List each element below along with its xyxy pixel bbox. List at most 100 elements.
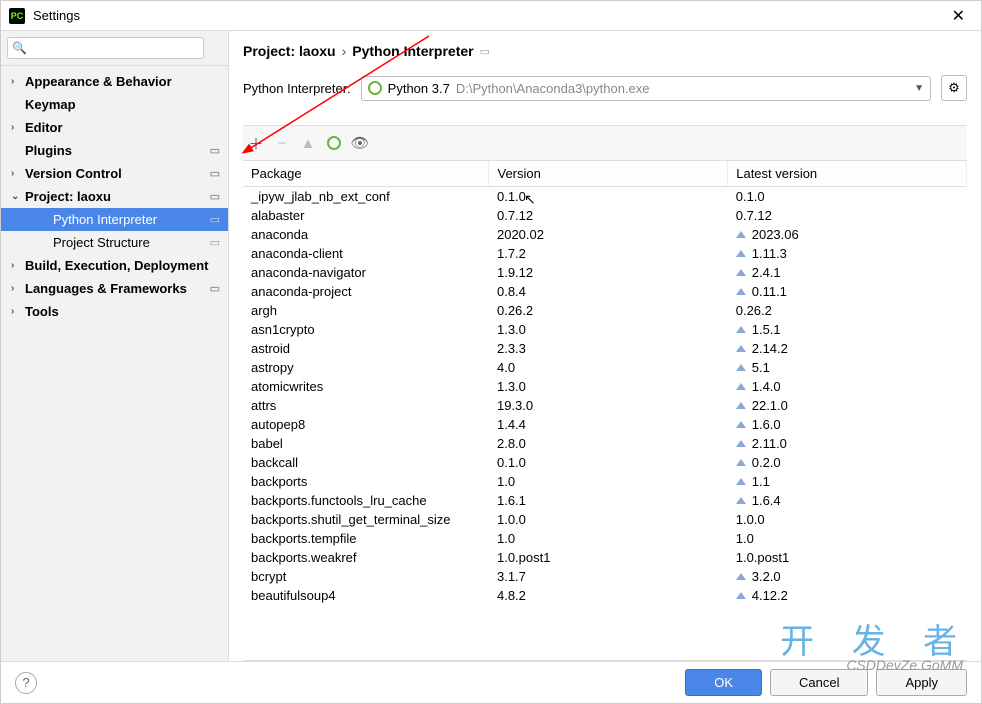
window-title: Settings xyxy=(33,8,944,23)
package-toolbar: ＋ − ▲ 👁 xyxy=(243,125,967,161)
cell-package: anaconda-project xyxy=(243,282,489,301)
apply-button[interactable]: Apply xyxy=(876,669,967,696)
project-scope-icon: ▭ xyxy=(210,236,220,249)
interpreter-settings-button[interactable]: ⚙ xyxy=(941,75,967,101)
table-row[interactable]: argh0.26.20.26.2 xyxy=(243,301,967,320)
upgrade-available-icon xyxy=(736,478,746,485)
cell-latest: 5.1 xyxy=(728,358,967,377)
dialog-footer: ? OK Cancel Apply xyxy=(1,661,981,703)
sidebar-item-project-laoxu[interactable]: ⌄Project: laoxu▭ xyxy=(1,185,228,208)
sidebar-item-build-execution-deployment[interactable]: ›Build, Execution, Deployment xyxy=(1,254,228,277)
sidebar-item-version-control[interactable]: ›Version Control▭ xyxy=(1,162,228,185)
show-early-releases-button[interactable]: 👁 xyxy=(347,130,373,156)
cell-version: 1.3.0 xyxy=(489,320,728,339)
cell-latest: 1.6.4 xyxy=(728,491,967,510)
table-row[interactable]: anaconda-navigator1.9.122.4.1 xyxy=(243,263,967,282)
cell-latest: 0.7.12 xyxy=(728,206,967,225)
cell-version: 4.8.2 xyxy=(489,586,728,605)
cell-latest: 4.12.2 xyxy=(728,586,967,605)
cell-version: 0.8.4 xyxy=(489,282,728,301)
sidebar-item-label: Editor xyxy=(25,120,220,135)
table-row[interactable]: anaconda2020.022023.06 xyxy=(243,225,967,244)
sidebar-item-python-interpreter[interactable]: Python Interpreter▭ xyxy=(1,208,228,231)
table-row[interactable]: beautifulsoup44.8.24.12.2 xyxy=(243,586,967,605)
interpreter-name: Python 3.7 xyxy=(388,81,450,96)
cell-version: 0.26.2 xyxy=(489,301,728,320)
upgrade-available-icon xyxy=(736,288,746,295)
sidebar-item-appearance-behavior[interactable]: ›Appearance & Behavior xyxy=(1,70,228,93)
table-row[interactable]: atomicwrites1.3.01.4.0 xyxy=(243,377,967,396)
triangle-up-icon: ▲ xyxy=(301,135,316,152)
cell-latest: 0.11.1 xyxy=(728,282,967,301)
close-icon[interactable]: ✕ xyxy=(944,6,973,26)
table-row[interactable]: autopep81.4.41.6.0 xyxy=(243,415,967,434)
table-row[interactable]: alabaster0.7.120.7.12 xyxy=(243,206,967,225)
table-row[interactable]: _ipyw_jlab_nb_ext_conf0.1.00.1.0 xyxy=(243,187,967,207)
packages-table: Package Version Latest version _ipyw_jla… xyxy=(243,161,967,605)
ok-button[interactable]: OK xyxy=(685,669,762,696)
cancel-button[interactable]: Cancel xyxy=(770,669,868,696)
table-row[interactable]: anaconda-project0.8.40.11.1 xyxy=(243,282,967,301)
project-scope-icon: ▭ xyxy=(210,213,220,226)
cell-latest: 1.11.3 xyxy=(728,244,967,263)
col-version[interactable]: Version xyxy=(489,161,728,187)
cell-latest: 0.1.0 xyxy=(728,187,967,206)
cell-latest: 2.14.2 xyxy=(728,339,967,358)
cell-version: 0.7.12 xyxy=(489,206,728,225)
table-row[interactable]: backports.shutil_get_terminal_size1.0.01… xyxy=(243,510,967,529)
table-row[interactable]: astroid2.3.32.14.2 xyxy=(243,339,967,358)
cell-latest: 1.1 xyxy=(728,472,967,491)
cell-version: 1.0 xyxy=(489,472,728,491)
table-row[interactable]: backports.weakref1.0.post11.0.post1 xyxy=(243,548,967,567)
cell-package: argh xyxy=(243,301,489,320)
table-row[interactable]: backcall0.1.00.2.0 xyxy=(243,453,967,472)
sidebar-item-project-structure[interactable]: Project Structure▭ xyxy=(1,231,228,254)
sidebar-item-label: Project: laoxu xyxy=(25,189,210,204)
cell-version: 1.7.2 xyxy=(489,244,728,263)
sidebar-item-languages-frameworks[interactable]: ›Languages & Frameworks▭ xyxy=(1,277,228,300)
sidebar-item-tools[interactable]: ›Tools xyxy=(1,300,228,323)
cell-version: 1.6.1 xyxy=(489,491,728,510)
table-row[interactable]: babel2.8.02.11.0 xyxy=(243,434,967,453)
upgrade-available-icon xyxy=(736,269,746,276)
table-row[interactable]: attrs19.3.022.1.0 xyxy=(243,396,967,415)
upgrade-available-icon xyxy=(736,573,746,580)
table-row[interactable]: astropy4.05.1 xyxy=(243,358,967,377)
col-latest[interactable]: Latest version xyxy=(728,161,967,187)
question-icon: ? xyxy=(22,675,29,690)
chevron-icon: › xyxy=(11,306,25,317)
add-package-button[interactable]: ＋ xyxy=(243,130,269,156)
table-row[interactable]: backports.tempfile1.01.0 xyxy=(243,529,967,548)
interpreter-dropdown[interactable]: Python 3.7 D:\Python\Anaconda3\python.ex… xyxy=(361,76,931,101)
sidebar-item-label: Tools xyxy=(25,304,220,319)
cell-version: 1.9.12 xyxy=(489,263,728,282)
upgrade-available-icon xyxy=(736,592,746,599)
table-row[interactable]: backports1.01.1 xyxy=(243,472,967,491)
table-row[interactable]: backports.functools_lru_cache1.6.11.6.4 xyxy=(243,491,967,510)
cell-package: astroid xyxy=(243,339,489,358)
sidebar-item-editor[interactable]: ›Editor xyxy=(1,116,228,139)
conda-button[interactable] xyxy=(321,130,347,156)
cell-latest: 2.11.0 xyxy=(728,434,967,453)
cell-package: bcrypt xyxy=(243,567,489,586)
help-button[interactable]: ? xyxy=(15,672,37,694)
chevron-icon: › xyxy=(11,283,25,294)
upgrade-available-icon xyxy=(736,250,746,257)
sidebar-item-keymap[interactable]: Keymap xyxy=(1,93,228,116)
table-row[interactable]: asn1crypto1.3.01.5.1 xyxy=(243,320,967,339)
search-input[interactable] xyxy=(7,37,204,59)
remove-package-button[interactable]: − xyxy=(269,130,295,156)
interpreter-label: Python Interpreter: xyxy=(243,81,351,96)
upgrade-package-button[interactable]: ▲ xyxy=(295,130,321,156)
upgrade-available-icon xyxy=(736,402,746,409)
sidebar-item-plugins[interactable]: Plugins▭ xyxy=(1,139,228,162)
circle-icon xyxy=(327,136,341,150)
cell-package: babel xyxy=(243,434,489,453)
minus-icon: − xyxy=(278,135,287,152)
project-scope-icon: ▭ xyxy=(210,190,220,203)
cell-version: 1.0.0 xyxy=(489,510,728,529)
table-row[interactable]: bcrypt3.1.73.2.0 xyxy=(243,567,967,586)
chevron-down-icon: ▼ xyxy=(914,83,924,94)
col-package[interactable]: Package xyxy=(243,161,489,187)
table-row[interactable]: anaconda-client1.7.21.11.3 xyxy=(243,244,967,263)
